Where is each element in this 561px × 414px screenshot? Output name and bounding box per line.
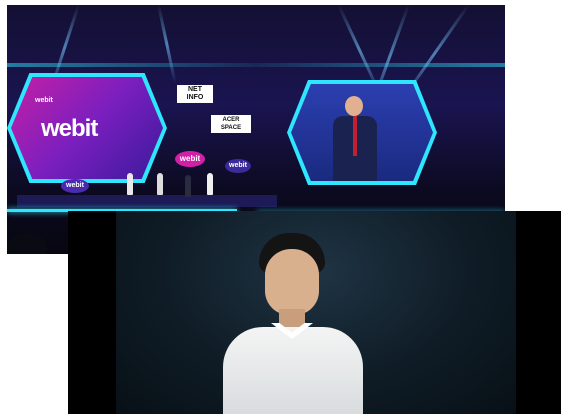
speaker-white-shirt — [223, 327, 363, 414]
ceiling-truss — [7, 63, 505, 67]
panelist — [157, 173, 163, 195]
audience-head — [7, 233, 47, 254]
stage-light-beam — [157, 5, 177, 84]
left-screen-logo: webit — [41, 115, 98, 142]
podium-webit-logo: webit — [61, 179, 89, 193]
left-hex-screen: webit webit — [11, 77, 163, 179]
panelist — [207, 173, 213, 195]
sponsor-sign: ACER SPACE — [211, 115, 251, 133]
speaker-face — [265, 249, 319, 315]
panelist — [127, 173, 133, 195]
netinfo-sign: NET INFO — [177, 85, 213, 103]
speaker-portrait-photo — [68, 211, 561, 414]
left-screen-small-logo: webit — [35, 97, 53, 104]
panelist — [185, 175, 191, 197]
speaker — [223, 233, 363, 414]
side-webit-logo: webit — [225, 159, 251, 173]
center-webit-logo: webit — [175, 151, 205, 167]
right-hex-screen — [291, 84, 433, 181]
stage-platform — [17, 195, 277, 207]
speaker-on-screen — [333, 96, 377, 181]
